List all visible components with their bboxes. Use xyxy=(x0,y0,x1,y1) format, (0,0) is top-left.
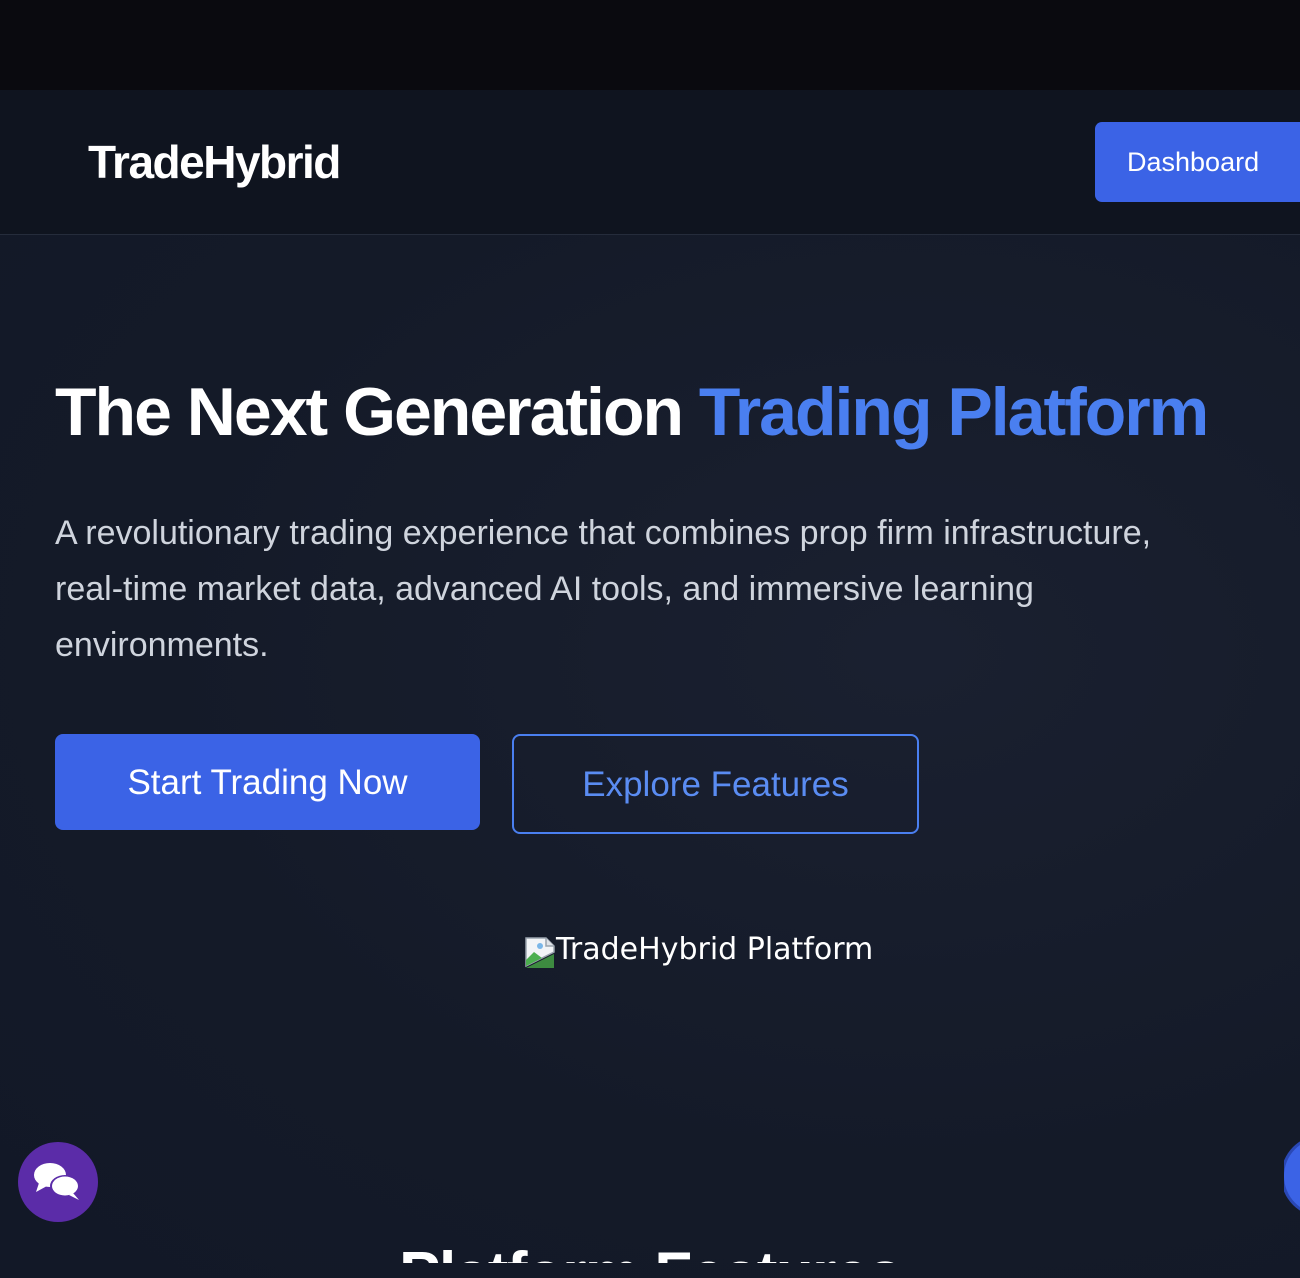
chat-bubbles-icon xyxy=(34,1163,80,1200)
chat-button[interactable] xyxy=(18,1142,98,1222)
browser-top-strip xyxy=(0,0,1300,90)
navbar: TradeHybrid Dashboard xyxy=(0,90,1300,235)
broken-image-icon xyxy=(524,936,556,970)
platform-image: TradeHybrid Platform xyxy=(524,930,873,970)
floating-action-button[interactable] xyxy=(1284,1138,1300,1214)
brand-logo[interactable]: TradeHybrid xyxy=(88,134,341,190)
explore-features-button[interactable]: Explore Features xyxy=(512,734,919,834)
hero-section: The Next Generation Trading Platform A r… xyxy=(0,235,1300,1278)
hero-title: The Next Generation Trading Platform xyxy=(55,370,1209,454)
hero-description: A revolutionary trading experience that … xyxy=(55,514,1152,664)
dashboard-button[interactable]: Dashboard xyxy=(1095,122,1300,202)
hero-title-accent: Trading Platform xyxy=(698,374,1209,450)
hero-title-main: The Next Generation xyxy=(55,374,699,450)
start-trading-button[interactable]: Start Trading Now xyxy=(55,734,480,830)
features-heading: Platform Features xyxy=(0,1240,1300,1263)
floating-action-icon xyxy=(1284,1138,1300,1214)
platform-image-alt: TradeHybrid Platform xyxy=(556,932,874,967)
